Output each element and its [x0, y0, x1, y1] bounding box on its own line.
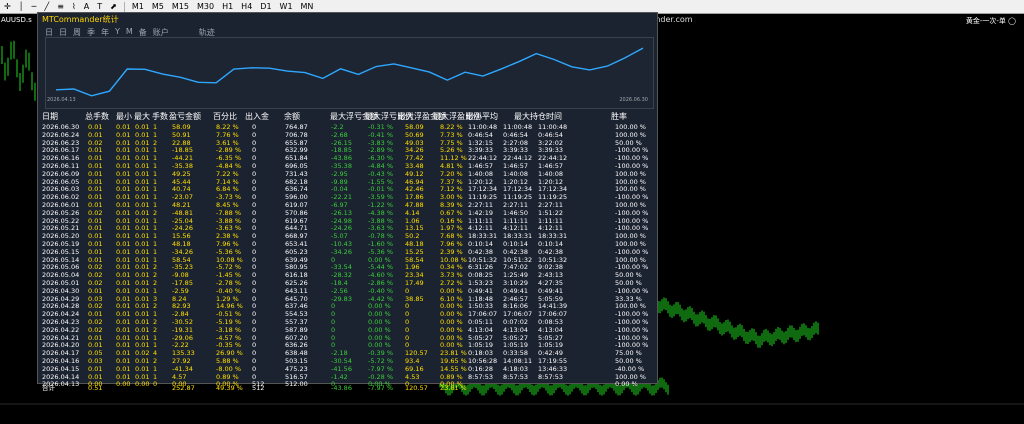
timeframe-h4[interactable]: H4: [237, 1, 256, 12]
timeframe-w1[interactable]: W1: [276, 1, 297, 12]
total-max-fp-pct: 23.81 %: [440, 384, 467, 392]
column-header: 余额: [284, 112, 300, 121]
table-cell: 8:57:53: [503, 372, 529, 381]
total-max-fp: 120.57: [405, 384, 428, 392]
column-header: 最小平均: [466, 112, 498, 121]
column-header: 最大持仓时间: [514, 112, 562, 121]
crosshair-icon[interactable]: ✛: [0, 1, 15, 12]
arrow-tool-icon[interactable]: ⬈: [106, 1, 121, 12]
symbol-label: AUUSD.s: [1, 16, 32, 24]
column-header: 最大: [134, 112, 150, 121]
timeframe-m5[interactable]: M5: [148, 1, 168, 12]
column-header: 日期: [42, 112, 58, 121]
text-tool-icon[interactable]: A: [80, 1, 93, 12]
channel-icon[interactable]: ≡: [53, 1, 68, 12]
column-header: 出入金: [245, 112, 269, 121]
total-percent: 49.39 %: [216, 384, 243, 392]
timeframe-m1[interactable]: M1: [128, 1, 148, 12]
equity-line: [55, 47, 644, 97]
total-lots: 0.51: [88, 384, 103, 392]
equity-end-date: 2026.06.30: [619, 97, 648, 103]
total-max-dd: -43.86: [331, 384, 352, 392]
label-tool-icon[interactable]: T: [93, 1, 106, 12]
column-header: 胜率: [611, 112, 627, 121]
table-body: 2026.06.30 0.01 0.01 0.01 1 58.09 8.22 % 0 764.8…: [42, 123, 654, 389]
timeframe-group: M1 M5 M15 M30 H1 H4 D1 W1 MN: [128, 1, 318, 12]
total-max-dd-pct: -7.97 %: [368, 384, 394, 392]
vertical-line-icon[interactable]: │: [15, 1, 28, 12]
statistics-panel[interactable]: MTCommander统计 日日周季年 Y M 备账户 轨迹 2026.04.13 20…: [37, 12, 658, 392]
equity-curve-chart: [55, 47, 644, 97]
table-cell: 8:57:53: [468, 372, 494, 381]
ea-label: 黄金-一次-单 ◯: [965, 17, 1016, 25]
timeframe-m30[interactable]: M30: [193, 1, 218, 12]
equity-start-date: 2026.04.13: [47, 97, 76, 103]
trend-line-icon[interactable]: ╱: [40, 1, 53, 12]
timeframe-d1[interactable]: D1: [256, 1, 275, 12]
total-row: 合计 0.51 252.87 49.39 % 512 -43.86 -7.97 % 120.5…: [42, 384, 654, 393]
column-header: 最小: [116, 112, 132, 121]
table-cell: 8:57:53: [538, 372, 564, 381]
total-profit: 252.87: [172, 384, 195, 392]
horizontal-line-icon[interactable]: ─: [28, 1, 41, 12]
timeframe-m15[interactable]: M15: [168, 1, 193, 12]
column-header: 手数: [152, 112, 168, 121]
timeframe-h1[interactable]: H1: [218, 1, 237, 12]
timeframe-mn[interactable]: MN: [297, 1, 318, 12]
column-header: 盈亏金额: [169, 112, 201, 121]
column-header: 百分比: [213, 112, 237, 121]
fib-icon[interactable]: ⌇: [68, 1, 80, 12]
panel-title: MTCommander统计: [42, 15, 119, 24]
table-row: 2026.04.14 0.01 0.01 0.01 1 4.57 0.89 % 0 516.57…: [42, 372, 654, 382]
toolbar-divider: [123, 1, 125, 12]
equity-curve-box: [45, 37, 654, 109]
total-label: 合计: [42, 384, 55, 392]
column-header: 总手数: [85, 112, 109, 121]
total-deposit: 512: [252, 384, 265, 392]
